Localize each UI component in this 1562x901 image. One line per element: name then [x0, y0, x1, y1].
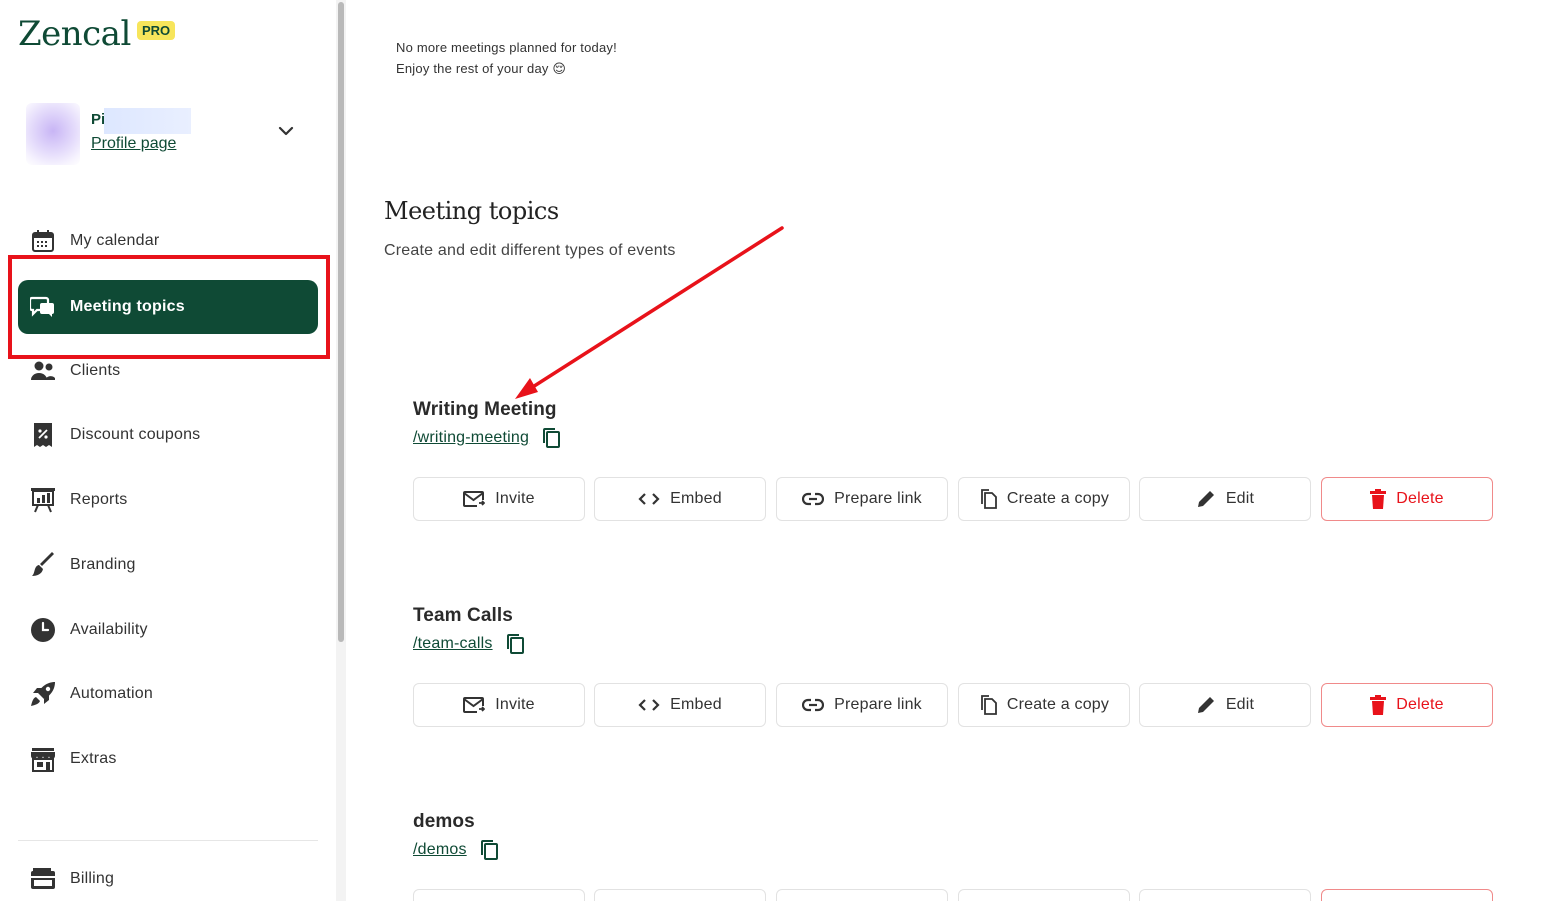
invite-label: Invite: [495, 490, 535, 507]
prepare-link-button[interactable]: [776, 889, 948, 901]
prepare-link-label: Prepare link: [834, 490, 922, 507]
delete-label: Delete: [1396, 490, 1444, 507]
sidebar: Zencal PRO Pi Profile page My calendar M…: [0, 0, 336, 901]
create-copy-button[interactable]: Create a copy: [958, 683, 1130, 727]
embed-button[interactable]: Embed: [594, 683, 766, 727]
topic-title: Writing Meeting: [413, 399, 557, 420]
embed-label: Embed: [670, 490, 722, 507]
embed-button[interactable]: [594, 889, 766, 901]
embed-button[interactable]: Embed: [594, 477, 766, 521]
topic-slug-link[interactable]: /demos: [413, 841, 467, 859]
create-copy-button[interactable]: Create a copy: [958, 477, 1130, 521]
sidebar-item-label: Clients: [70, 362, 121, 379]
zencal-logo[interactable]: Zencal: [18, 14, 131, 54]
prepare-link-label: Prepare link: [834, 696, 922, 713]
delete-button[interactable]: Delete: [1321, 683, 1493, 727]
topic-title: demos: [413, 811, 475, 832]
code-icon: [638, 493, 660, 505]
edit-button[interactable]: [1139, 889, 1311, 901]
sidebar-item-label: Billing: [70, 870, 115, 887]
invite-button[interactable]: [413, 889, 585, 901]
no-meetings-note: No more meetings planned for today! Enjo…: [396, 37, 617, 79]
copy-icon[interactable]: [479, 839, 499, 861]
page-title: Meeting topics: [384, 197, 559, 225]
topic-card-writing-meeting: Writing Meeting /writing-meeting Invite …: [413, 399, 1493, 521]
duplicate-icon: [980, 489, 997, 509]
code-icon: [638, 699, 660, 711]
edit-button[interactable]: Edit: [1139, 683, 1311, 727]
sidebar-item-label: Extras: [70, 750, 117, 767]
annotation-highlight-box: [8, 255, 330, 359]
sidebar-item-label: Branding: [70, 556, 136, 573]
embed-label: Embed: [670, 696, 722, 713]
link-icon: [802, 698, 825, 712]
edit-label: Edit: [1225, 696, 1255, 713]
rocket-icon: [30, 681, 56, 707]
topic-card-demos: demos /demos: [413, 811, 1493, 901]
avatar: [26, 103, 80, 165]
chevron-down-icon[interactable]: [276, 121, 296, 141]
trash-icon: [1370, 695, 1387, 715]
wallet-icon: [30, 866, 56, 892]
sidebar-item-automation[interactable]: Automation: [18, 667, 318, 721]
sidebar-item-discount-coupons[interactable]: Discount coupons: [18, 408, 318, 462]
store-icon: [30, 746, 56, 772]
sidebar-item-label: Reports: [70, 491, 128, 508]
topic-slug-link[interactable]: /writing-meeting: [413, 429, 529, 447]
profile-card[interactable]: Pi Profile page: [26, 103, 306, 165]
sidebar-scrollbar-thumb[interactable]: [338, 2, 344, 642]
edit-label: Edit: [1225, 490, 1255, 507]
chart-board-icon: [30, 487, 56, 513]
prepare-link-button[interactable]: Prepare link: [776, 683, 948, 727]
delete-button[interactable]: Delete: [1321, 477, 1493, 521]
sidebar-item-branding[interactable]: Branding: [18, 538, 318, 592]
sidebar-item-billing[interactable]: Billing: [18, 852, 318, 901]
coupon-icon: [30, 422, 56, 448]
topic-title: Team Calls: [413, 605, 513, 626]
duplicate-icon: [980, 695, 997, 715]
profile-page-link[interactable]: Profile page: [91, 135, 176, 153]
topic-actions: Invite Embed Prepare link Create a copy …: [413, 477, 1493, 521]
sidebar-item-label: Discount coupons: [70, 426, 201, 443]
topic-card-team-calls: Team Calls /team-calls Invite Embed Prep…: [413, 605, 1493, 727]
paintbrush-icon: [30, 552, 56, 578]
sidebar-divider: [18, 840, 318, 841]
calendar-icon: [30, 228, 56, 254]
sidebar-item-extras[interactable]: Extras: [18, 732, 318, 786]
envelope-icon: [463, 697, 486, 713]
note-line-2: Enjoy the rest of your day 😌: [396, 61, 567, 76]
trash-icon: [1370, 489, 1387, 509]
delete-button[interactable]: [1321, 889, 1493, 901]
create-copy-label: Create a copy: [1006, 696, 1110, 713]
create-copy-label: Create a copy: [1006, 490, 1110, 507]
topic-slug-link[interactable]: /team-calls: [413, 635, 493, 653]
envelope-icon: [463, 491, 486, 507]
users-icon: [30, 358, 56, 384]
sidebar-item-label: Availability: [70, 621, 148, 638]
pro-badge: PRO: [137, 21, 176, 40]
invite-label: Invite: [495, 696, 535, 713]
sidebar-item-label: My calendar: [70, 232, 160, 249]
edit-button[interactable]: Edit: [1139, 477, 1311, 521]
invite-button[interactable]: Invite: [413, 477, 585, 521]
pencil-icon: [1197, 491, 1214, 507]
prepare-link-button[interactable]: Prepare link: [776, 477, 948, 521]
link-icon: [802, 492, 825, 506]
copy-icon[interactable]: [505, 633, 525, 655]
sidebar-item-availability[interactable]: Availability: [18, 603, 318, 657]
note-line-1: No more meetings planned for today!: [396, 40, 617, 55]
topic-actions: [413, 889, 1493, 901]
pencil-icon: [1197, 697, 1214, 713]
create-copy-button[interactable]: [958, 889, 1130, 901]
sidebar-item-reports[interactable]: Reports: [18, 473, 318, 527]
sidebar-item-label: Automation: [70, 685, 153, 702]
topic-actions: Invite Embed Prepare link Create a copy …: [413, 683, 1493, 727]
redacted-name: [104, 108, 191, 134]
delete-label: Delete: [1396, 696, 1444, 713]
invite-button[interactable]: Invite: [413, 683, 585, 727]
clock-icon: [30, 617, 56, 643]
page-subtitle: Create and edit different types of event…: [384, 242, 676, 259]
copy-icon[interactable]: [541, 427, 561, 449]
